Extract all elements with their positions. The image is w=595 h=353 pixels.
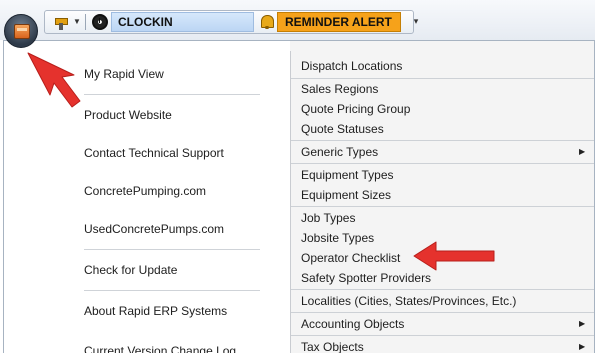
menu-item-quote-pricing-group[interactable]: Quote Pricing Group	[301, 99, 410, 119]
menu-item-localities[interactable]: Localities (Cities, States/Provinces, Et…	[301, 291, 516, 311]
menu-right-pane: Dispatch Locations Sales Regions Quote P…	[291, 51, 594, 353]
menu-separator	[84, 249, 260, 250]
menu-separator	[291, 312, 594, 313]
menu-item-dispatch-locations[interactable]: Dispatch Locations	[301, 56, 402, 76]
menu-separator	[84, 290, 260, 291]
callout-arrow-app-button	[27, 52, 81, 108]
menu-item-usedconcretepumps[interactable]: UsedConcretePumps.com	[84, 211, 260, 247]
menu-item-accounting-objects[interactable]: Accounting Objects	[301, 314, 404, 334]
menu-item-product-website[interactable]: Product Website	[84, 97, 260, 133]
bell-icon[interactable]	[259, 14, 275, 30]
application-menu: My Rapid View Product Website Contact Te…	[3, 40, 595, 353]
reminder-alert-button[interactable]: REMINDER ALERT	[277, 12, 401, 32]
menu-item-job-types[interactable]: Job Types	[301, 208, 355, 228]
toolbar-separator	[85, 14, 86, 30]
menu-item-contact-technical-support[interactable]: Contact Technical Support	[84, 135, 260, 171]
menu-item-sales-regions[interactable]: Sales Regions	[301, 79, 378, 99]
quick-access-toolbar: ▼ CLOCKIN REMINDER ALERT ▾	[0, 0, 595, 40]
callout-arrow-operator-checklist	[413, 241, 495, 271]
quick-access-bar: ▼ CLOCKIN REMINDER ALERT	[44, 10, 414, 34]
menu-item-check-for-update[interactable]: Check for Update	[84, 252, 260, 288]
submenu-arrow-icon: ▶	[579, 342, 586, 351]
menu-item-concretepumping[interactable]: ConcretePumping.com	[84, 173, 260, 209]
menu-item-my-rapid-view[interactable]: My Rapid View	[84, 56, 260, 92]
menu-item-operator-checklist[interactable]: Operator Checklist	[301, 248, 400, 268]
chevron-down-icon[interactable]: ▼	[72, 13, 82, 31]
menu-separator	[291, 335, 594, 336]
menu-item-equipment-types[interactable]: Equipment Types	[301, 165, 394, 185]
menu-item-equipment-sizes[interactable]: Equipment Sizes	[301, 185, 391, 205]
menu-separator	[291, 289, 594, 290]
menu-separator	[291, 140, 594, 141]
menu-item-quote-statuses[interactable]: Quote Statuses	[301, 119, 384, 139]
menu-item-generic-types[interactable]: Generic Types	[301, 142, 378, 162]
menu-separator	[291, 163, 594, 164]
menu-separator	[84, 94, 260, 95]
customize-toolbar-icon[interactable]: ▾	[410, 14, 422, 28]
clockin-button[interactable]: CLOCKIN	[111, 12, 254, 32]
clock-icon[interactable]	[92, 14, 108, 30]
drill-icon[interactable]	[55, 14, 71, 30]
menu-item-about-rapid-erp[interactable]: About Rapid ERP Systems	[84, 293, 260, 329]
menu-item-tax-objects[interactable]: Tax Objects	[301, 337, 364, 353]
submenu-arrow-icon: ▶	[579, 147, 586, 156]
menu-item-current-version-change-log[interactable]: Current Version Change Log	[84, 333, 260, 353]
submenu-arrow-icon: ▶	[579, 319, 586, 328]
menu-item-jobsite-types[interactable]: Jobsite Types	[301, 228, 374, 248]
menu-separator	[291, 206, 594, 207]
